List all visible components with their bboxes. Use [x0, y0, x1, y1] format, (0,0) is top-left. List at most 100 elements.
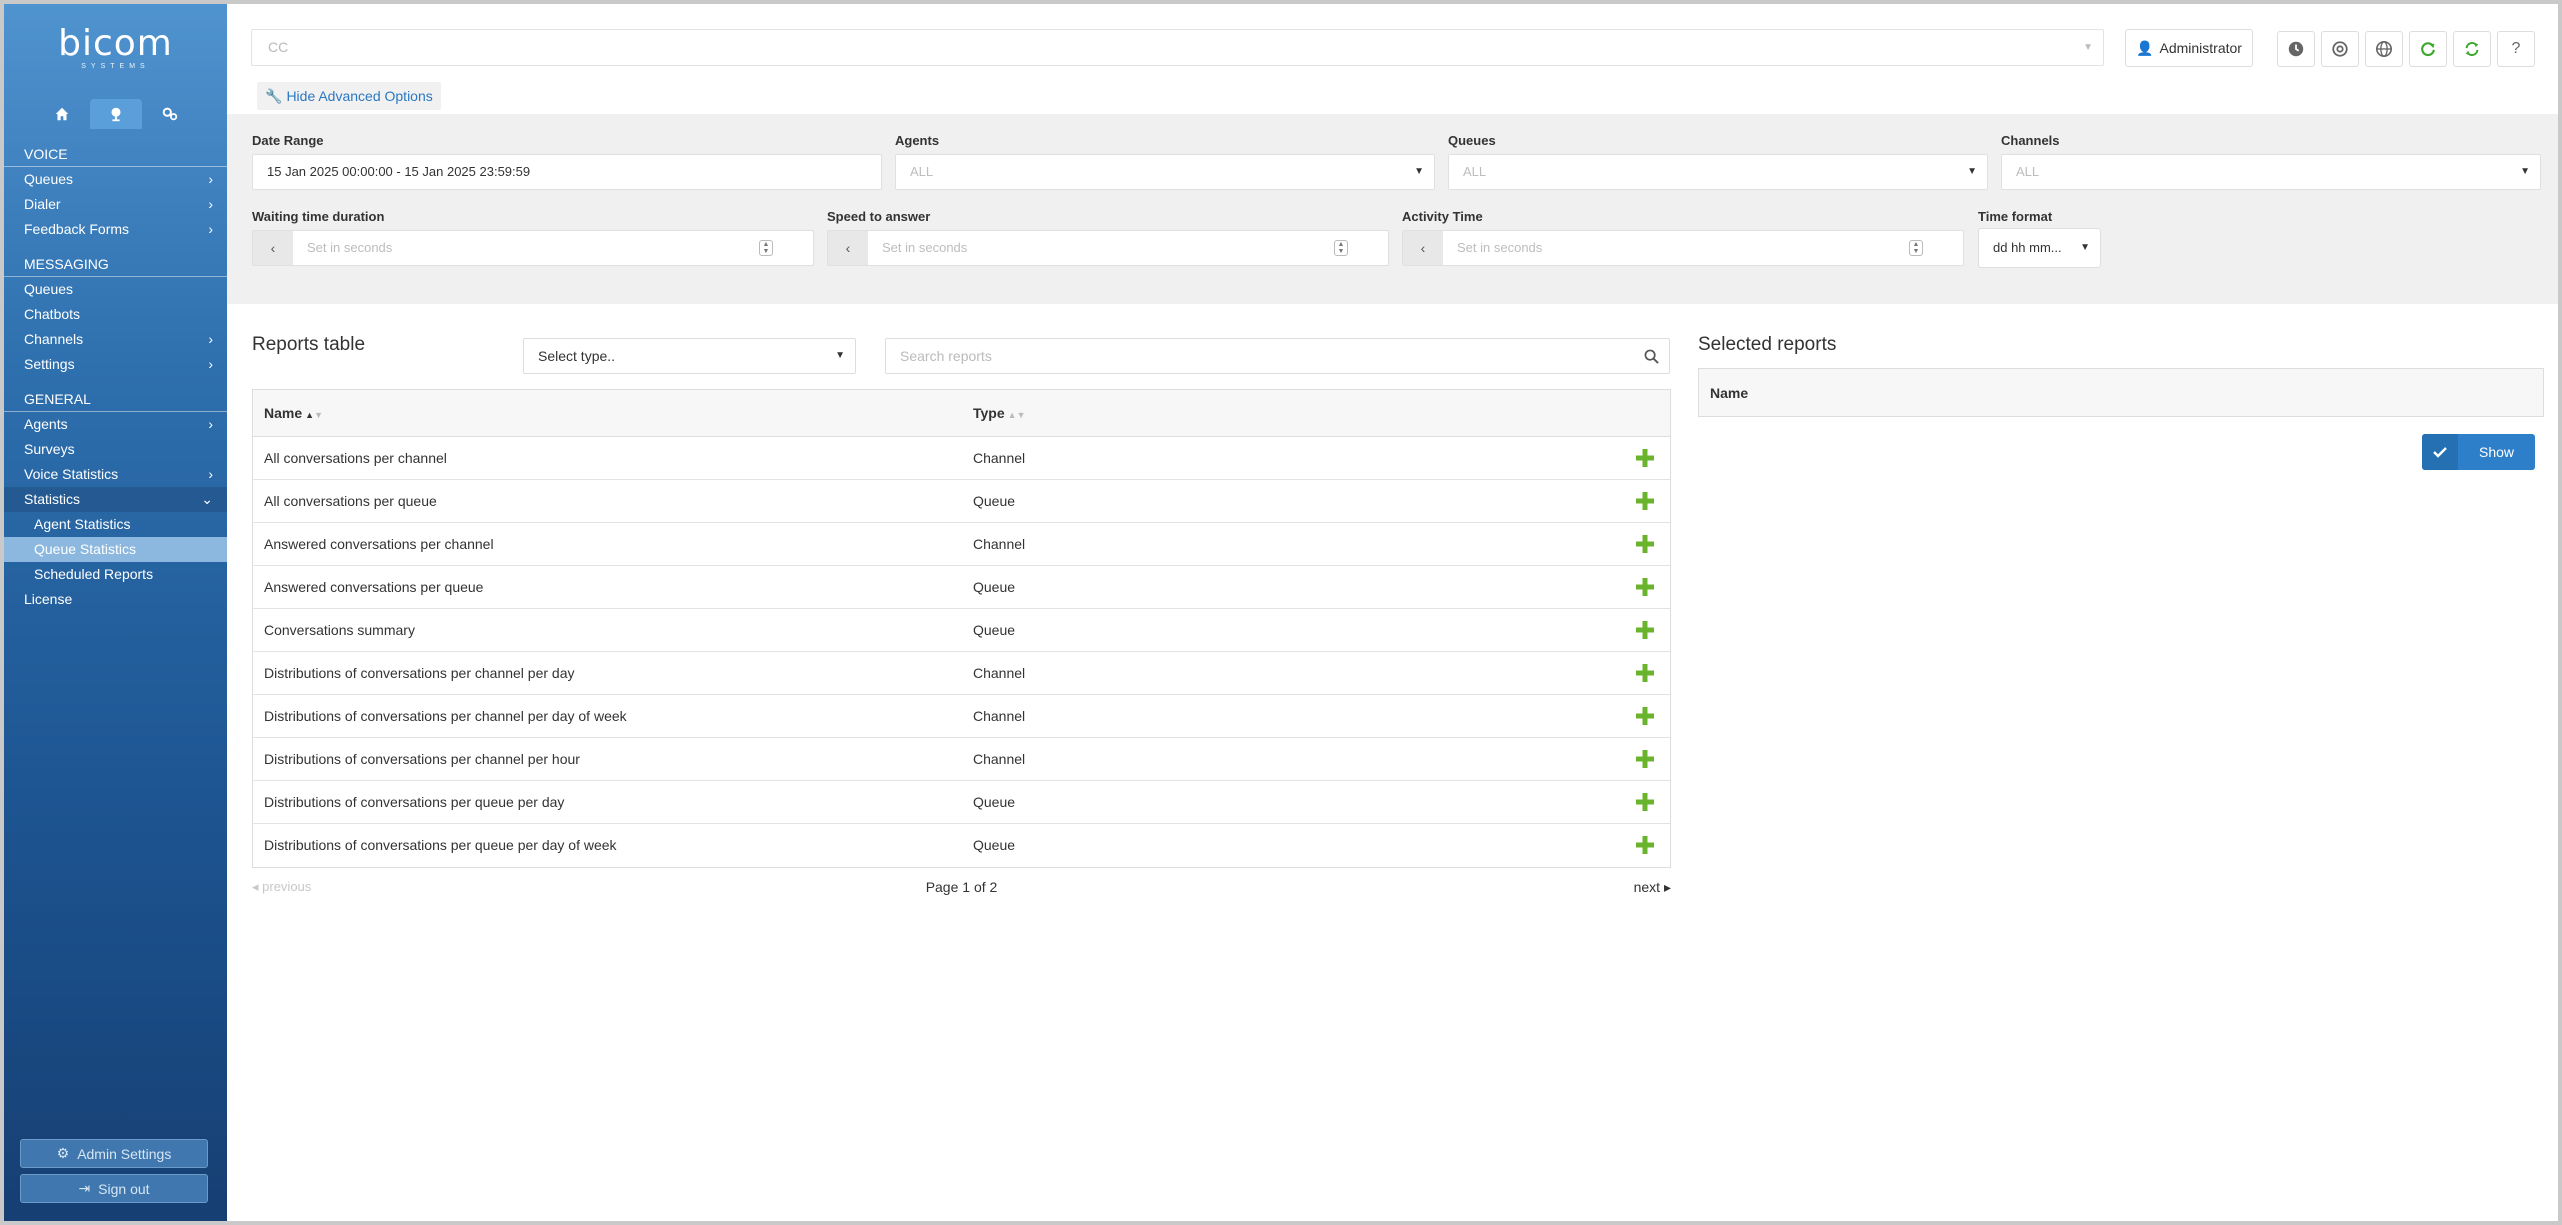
- add-report-icon[interactable]: [1634, 791, 1656, 813]
- date-range-label: Date Range: [252, 133, 324, 148]
- tab-settings[interactable]: [144, 99, 196, 129]
- tenant-select[interactable]: CC ▼: [251, 29, 2104, 66]
- add-report-icon[interactable]: [1634, 748, 1656, 770]
- column-label: Type: [973, 405, 1005, 421]
- user-menu-button[interactable]: 👤 Administrator: [2125, 29, 2253, 67]
- clock-icon: [2288, 41, 2304, 57]
- activity-time-input[interactable]: ‹ Set in seconds ▲ ▼: [1402, 230, 1964, 266]
- report-type-select[interactable]: Select type.. ▼: [523, 338, 856, 374]
- search-icon: [1644, 349, 1659, 364]
- home-icon: [55, 107, 68, 121]
- chevron-down-icon: ⌄: [201, 491, 213, 507]
- add-report-icon[interactable]: [1634, 619, 1656, 641]
- sidebar-subitem-scheduled-reports[interactable]: Scheduled Reports: [4, 562, 227, 587]
- sidebar-item-feedback-forms[interactable]: Feedback Forms ›: [4, 217, 227, 242]
- channels-select[interactable]: ALL ▼: [2001, 154, 2541, 190]
- chevron-right-icon: ›: [208, 416, 213, 432]
- chevron-down-icon: ▼: [1414, 166, 1424, 177]
- hide-advanced-options-button[interactable]: 🔧 Hide Advanced Options: [257, 82, 441, 110]
- sidebar-item-statistics[interactable]: Statistics ⌄: [4, 487, 227, 512]
- sign-out-icon: ⇥: [78, 1180, 91, 1196]
- activity-time-placeholder: Set in seconds: [1457, 240, 1543, 255]
- time-format-select[interactable]: dd hh mm... ▼: [1978, 228, 2101, 268]
- sidebar-item-label: Agent Statistics: [34, 516, 131, 532]
- report-name: Answered conversations per channel: [264, 536, 494, 552]
- table-row: Distributions of conversations per chann…: [253, 738, 1670, 781]
- sync-button[interactable]: [2453, 31, 2491, 67]
- sidebar-item-channels[interactable]: Channels ›: [4, 327, 227, 352]
- table-row: Distributions of conversations per queue…: [253, 824, 1670, 867]
- sidebar-item-settings[interactable]: Settings ›: [4, 352, 227, 377]
- add-report-icon[interactable]: [1634, 662, 1656, 684]
- channels-label: Channels: [2001, 133, 2060, 148]
- agents-select[interactable]: ALL ▼: [895, 154, 1435, 190]
- gears-icon: [162, 107, 177, 121]
- chevron-left-icon[interactable]: ‹: [253, 231, 293, 265]
- support-button[interactable]: [2321, 31, 2359, 67]
- column-header-type[interactable]: Type ▲▼: [973, 405, 1025, 421]
- sidebar-item-agents[interactable]: Agents ›: [4, 412, 227, 437]
- queues-value: ALL: [1463, 164, 1487, 179]
- table-row: Distributions of conversations per chann…: [253, 652, 1670, 695]
- show-button[interactable]: Show: [2422, 434, 2535, 470]
- report-type: Queue: [973, 837, 1016, 853]
- waiting-time-label: Waiting time duration: [252, 209, 385, 224]
- sidebar-item-chatbots[interactable]: Chatbots: [4, 302, 227, 327]
- sidebar-item-voice-queues[interactable]: Queues ›: [4, 167, 227, 192]
- add-report-icon[interactable]: [1634, 576, 1656, 598]
- sidebar-item-messaging-queues[interactable]: Queues: [4, 277, 227, 302]
- chevron-right-icon: ›: [208, 466, 213, 482]
- sidebar-item-label: Chatbots: [24, 306, 81, 322]
- next-label: next: [1633, 879, 1661, 895]
- date-range-input[interactable]: 15 Jan 2025 00:00:00 - 15 Jan 2025 23:59…: [252, 154, 882, 190]
- logo: bicom SYSTEMS: [4, 26, 227, 71]
- spinner-icon[interactable]: ▲ ▼: [759, 240, 773, 256]
- spinner-icon[interactable]: ▲ ▼: [1909, 240, 1923, 256]
- sidebar-subitem-agent-statistics[interactable]: Agent Statistics: [4, 512, 227, 537]
- column-header-name[interactable]: Name ▲▼: [264, 405, 323, 421]
- spinner-icon[interactable]: ▲ ▼: [1334, 240, 1348, 256]
- speed-to-answer-input[interactable]: ‹ Set in seconds ▲ ▼: [827, 230, 1389, 266]
- chevron-right-icon: ›: [208, 356, 213, 372]
- sidebar-item-dialer[interactable]: Dialer ›: [4, 192, 227, 217]
- sidebar-item-license[interactable]: License: [4, 587, 227, 612]
- time-format-label: Time format: [1978, 209, 2053, 224]
- selected-reports-title: Selected reports: [1698, 334, 1837, 355]
- sidebar-subitem-queue-statistics[interactable]: Queue Statistics: [4, 537, 227, 562]
- add-report-icon[interactable]: [1634, 533, 1656, 555]
- report-type: Channel: [973, 708, 1026, 724]
- admin-settings-label: Admin Settings: [77, 1145, 172, 1162]
- help-button[interactable]: ?: [2497, 31, 2535, 67]
- tab-contact-center[interactable]: [89, 99, 142, 129]
- tab-home[interactable]: [36, 99, 88, 129]
- show-label: Show: [2478, 444, 2515, 460]
- next-page-button[interactable]: next ▸: [1634, 879, 1671, 896]
- language-button[interactable]: [2365, 31, 2403, 67]
- chevron-down-icon: ▼: [1967, 166, 1977, 177]
- add-report-icon[interactable]: [1634, 834, 1656, 856]
- history-button[interactable]: [2277, 31, 2315, 67]
- add-report-icon[interactable]: [1634, 705, 1656, 727]
- globe-icon: [2375, 40, 2393, 58]
- sidebar-item-surveys[interactable]: Surveys: [4, 437, 227, 462]
- sign-out-button[interactable]: ⇥ Sign out: [20, 1174, 208, 1203]
- waiting-time-input[interactable]: ‹ Set in seconds ▲ ▼: [252, 230, 814, 266]
- user-label: Administrator: [2159, 40, 2242, 56]
- add-report-icon[interactable]: [1634, 490, 1656, 512]
- chevron-left-icon[interactable]: ‹: [828, 231, 868, 265]
- reload-button[interactable]: [2409, 31, 2447, 67]
- sidebar-tabs: [4, 99, 227, 129]
- report-name: All conversations per channel: [264, 450, 447, 466]
- sidebar-nav: VOICE Queues › Dialer › Feedback Forms › ME…: [4, 142, 227, 612]
- sidebar-item-label: Agents: [24, 416, 68, 432]
- sidebar-item-label: Statistics: [24, 491, 81, 507]
- admin-settings-button[interactable]: ⚙ Admin Settings: [20, 1139, 208, 1168]
- add-report-icon[interactable]: [1634, 447, 1656, 469]
- speed-to-answer-placeholder: Set in seconds: [882, 240, 968, 255]
- chevron-left-icon[interactable]: ‹: [1403, 231, 1443, 265]
- queues-select[interactable]: ALL ▼: [1448, 154, 1988, 190]
- speed-to-answer-label: Speed to answer: [827, 209, 931, 224]
- chevron-right-icon: ›: [208, 171, 213, 187]
- search-reports-input[interactable]: Search reports: [885, 338, 1670, 374]
- sidebar-item-voice-statistics[interactable]: Voice Statistics ›: [4, 462, 227, 487]
